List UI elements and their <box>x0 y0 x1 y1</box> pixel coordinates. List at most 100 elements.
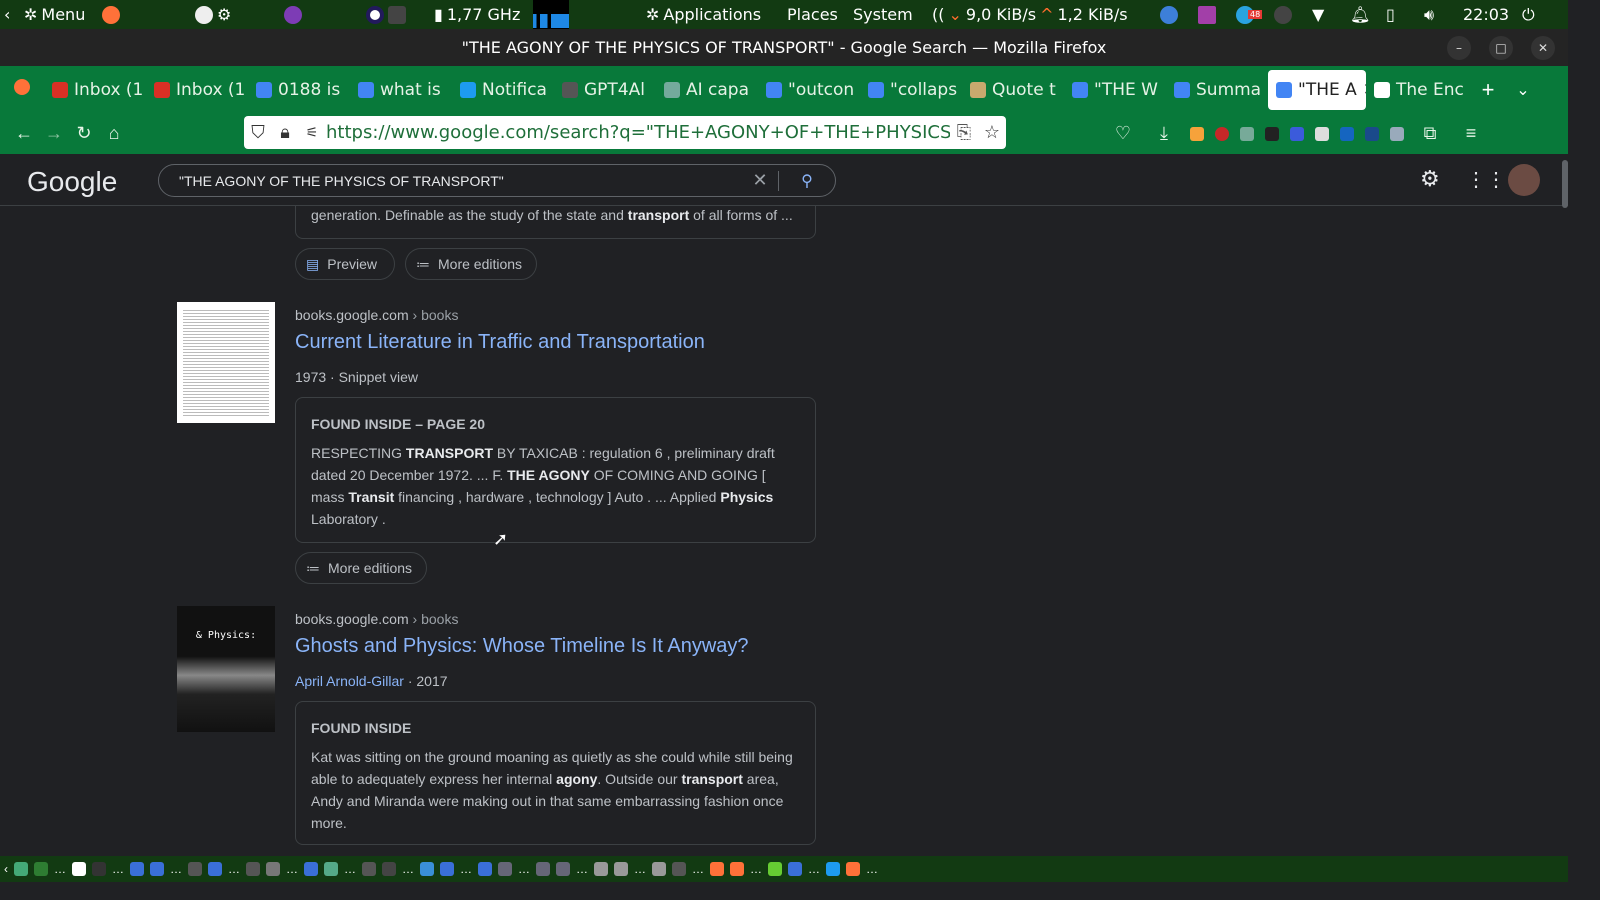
author-link[interactable]: April Arnold-Gillar <box>295 673 404 689</box>
hamburger-menu-icon[interactable]: ≡ <box>1456 123 1486 144</box>
tab[interactable]: 0188 is <box>248 70 350 110</box>
firefox-view-button[interactable] <box>0 79 44 100</box>
google-logo[interactable]: Google <box>27 166 117 198</box>
taskbar-window-icon[interactable] <box>14 862 28 876</box>
taskbar-window-icon[interactable] <box>652 862 666 876</box>
search-input[interactable]: "THE AGONY OF THE PHYSICS OF TRANSPORT" … <box>158 164 836 197</box>
maximize-button[interactable]: □ <box>1489 36 1513 60</box>
opera-launcher[interactable] <box>366 0 406 29</box>
taskbar-window-icon[interactable] <box>440 862 454 876</box>
tab[interactable]: GPT4Al <box>554 70 656 110</box>
tab[interactable]: "collaps <box>860 70 962 110</box>
scrollbar[interactable] <box>1562 160 1568 208</box>
wifi-tray[interactable]: ▼ <box>1312 0 1324 29</box>
settings-gear-icon[interactable]: ⚙ <box>1420 166 1440 192</box>
more-editions-button[interactable]: ≔ More editions <box>405 248 538 280</box>
taskbar-left-arrow[interactable]: ‹ <box>4 862 8 876</box>
taskbar-window-icon[interactable] <box>846 862 860 876</box>
qbittorrent-tray[interactable] <box>1160 0 1178 29</box>
tab[interactable]: "THE A✕ <box>1268 69 1366 110</box>
url-bar[interactable]: ⛉ 🔒︎ ⚟ https://www.google.com/search?q="… <box>244 116 1006 149</box>
tab[interactable]: "THE W <box>1064 70 1166 110</box>
home-button[interactable]: ⌂ <box>99 123 129 144</box>
tab[interactable]: Inbox (1 <box>44 70 146 110</box>
pocket-icon[interactable]: ♡ <box>1108 123 1138 144</box>
taskbar-window-icon[interactable] <box>536 862 550 876</box>
taskbar-window-icon[interactable] <box>788 862 802 876</box>
new-tab-button[interactable]: + <box>1468 77 1508 103</box>
list-tabs-button[interactable]: ⌄ <box>1508 80 1538 100</box>
tab[interactable]: Summa <box>1166 70 1268 110</box>
taskbar-window-icon[interactable] <box>188 862 202 876</box>
search-icon[interactable]: ⚲ <box>779 171 835 191</box>
taskbar-window-icon[interactable] <box>710 862 724 876</box>
taskbar-window-icon[interactable] <box>498 862 512 876</box>
taskbar-window-icon[interactable] <box>556 862 570 876</box>
applications-menu[interactable]: ✲ Applications <box>646 0 761 29</box>
taskbar-window-icon[interactable] <box>324 862 338 876</box>
taskbar-window-icon[interactable] <box>304 862 318 876</box>
translate-icon[interactable]: ⎘ <box>950 122 978 143</box>
taskbar-window-icon[interactable] <box>34 862 48 876</box>
notifications-tray[interactable]: 🔔︎ <box>1350 0 1370 29</box>
back-button[interactable]: ← <box>9 123 39 144</box>
taskbar-window-icon[interactable] <box>730 862 744 876</box>
preview-button[interactable]: ▤ Preview <box>295 248 395 280</box>
audio-tray[interactable] <box>1198 0 1216 29</box>
taskbar-window-icon[interactable] <box>420 862 434 876</box>
taskbar-window-icon[interactable] <box>672 862 686 876</box>
ublock-icon[interactable] <box>1215 126 1229 141</box>
extensions-puzzle-icon[interactable]: ⧉ <box>1415 123 1445 144</box>
extension-icon[interactable] <box>1190 126 1204 141</box>
panel-left-arrow[interactable]: ‹ <box>4 0 10 29</box>
taskbar-window-icon[interactable] <box>614 862 628 876</box>
extension-icon[interactable] <box>1240 126 1254 141</box>
link-icon[interactable] <box>1290 126 1304 141</box>
telegram-tray[interactable]: 48 <box>1236 0 1263 29</box>
reload-button[interactable]: ↻ <box>69 123 99 144</box>
taskbar-window-icon[interactable] <box>92 862 106 876</box>
taskbar-window-icon[interactable] <box>478 862 492 876</box>
taskbar-window-icon[interactable] <box>266 862 280 876</box>
info-tray[interactable] <box>1274 0 1292 29</box>
tab[interactable]: "outcon <box>758 70 860 110</box>
firefox-launcher[interactable] <box>102 0 120 29</box>
bookmark-star-icon[interactable]: ☆ <box>978 122 1006 143</box>
taskbar-window-icon[interactable] <box>826 862 840 876</box>
book-cover-thumbnail[interactable] <box>177 302 275 423</box>
book-cover-thumbnail[interactable]: & Physics: <box>177 606 275 732</box>
battery-tray[interactable]: ▯ <box>1386 0 1395 29</box>
tab[interactable]: what is <box>350 70 452 110</box>
filter-icon[interactable] <box>1315 126 1329 141</box>
volume-tray[interactable]: 🔊︎ <box>1424 0 1434 29</box>
downloads-icon[interactable]: ⤓ <box>1149 123 1179 144</box>
taskbar-window-icon[interactable] <box>130 862 144 876</box>
more-editions-button[interactable]: ≔ More editions <box>295 552 428 584</box>
taskbar-window-icon[interactable] <box>594 862 608 876</box>
result-title-link[interactable]: Current Literature in Traffic and Transp… <box>295 331 705 354</box>
taskbar-window-icon[interactable] <box>768 862 782 876</box>
places-menu[interactable]: Places <box>787 0 838 29</box>
taskbar-window-icon[interactable] <box>208 862 222 876</box>
taskbar-window-icon[interactable] <box>362 862 376 876</box>
taskbar-window-icon[interactable] <box>72 862 86 876</box>
menu-button[interactable]: ✲ Menu <box>24 0 85 29</box>
forward-button[interactable]: → <box>39 123 69 144</box>
cloud-icon[interactable] <box>1390 126 1404 141</box>
power-button[interactable]: ⏻ <box>1522 0 1535 29</box>
clock[interactable]: 22:03 <box>1463 0 1509 29</box>
system-menu[interactable]: System <box>853 0 913 29</box>
tab[interactable]: AI capa <box>656 70 758 110</box>
taskbar-window-icon[interactable] <box>382 862 396 876</box>
tab[interactable]: Quote t <box>962 70 1064 110</box>
tor-launcher[interactable] <box>284 0 302 29</box>
avatar[interactable] <box>1508 164 1540 196</box>
tab[interactable]: The Enc <box>1366 70 1468 110</box>
nl-icon[interactable] <box>1365 126 1379 141</box>
taskbar-window-icon[interactable] <box>150 862 164 876</box>
tab[interactable]: Notifica <box>452 70 554 110</box>
accessibility-launcher[interactable]: ⚙ <box>195 0 231 29</box>
result-title-link[interactable]: Ghosts and Physics: Whose Timeline Is It… <box>295 635 749 658</box>
minimize-button[interactable]: – <box>1447 36 1471 60</box>
clear-icon[interactable]: ✕ <box>742 170 778 191</box>
